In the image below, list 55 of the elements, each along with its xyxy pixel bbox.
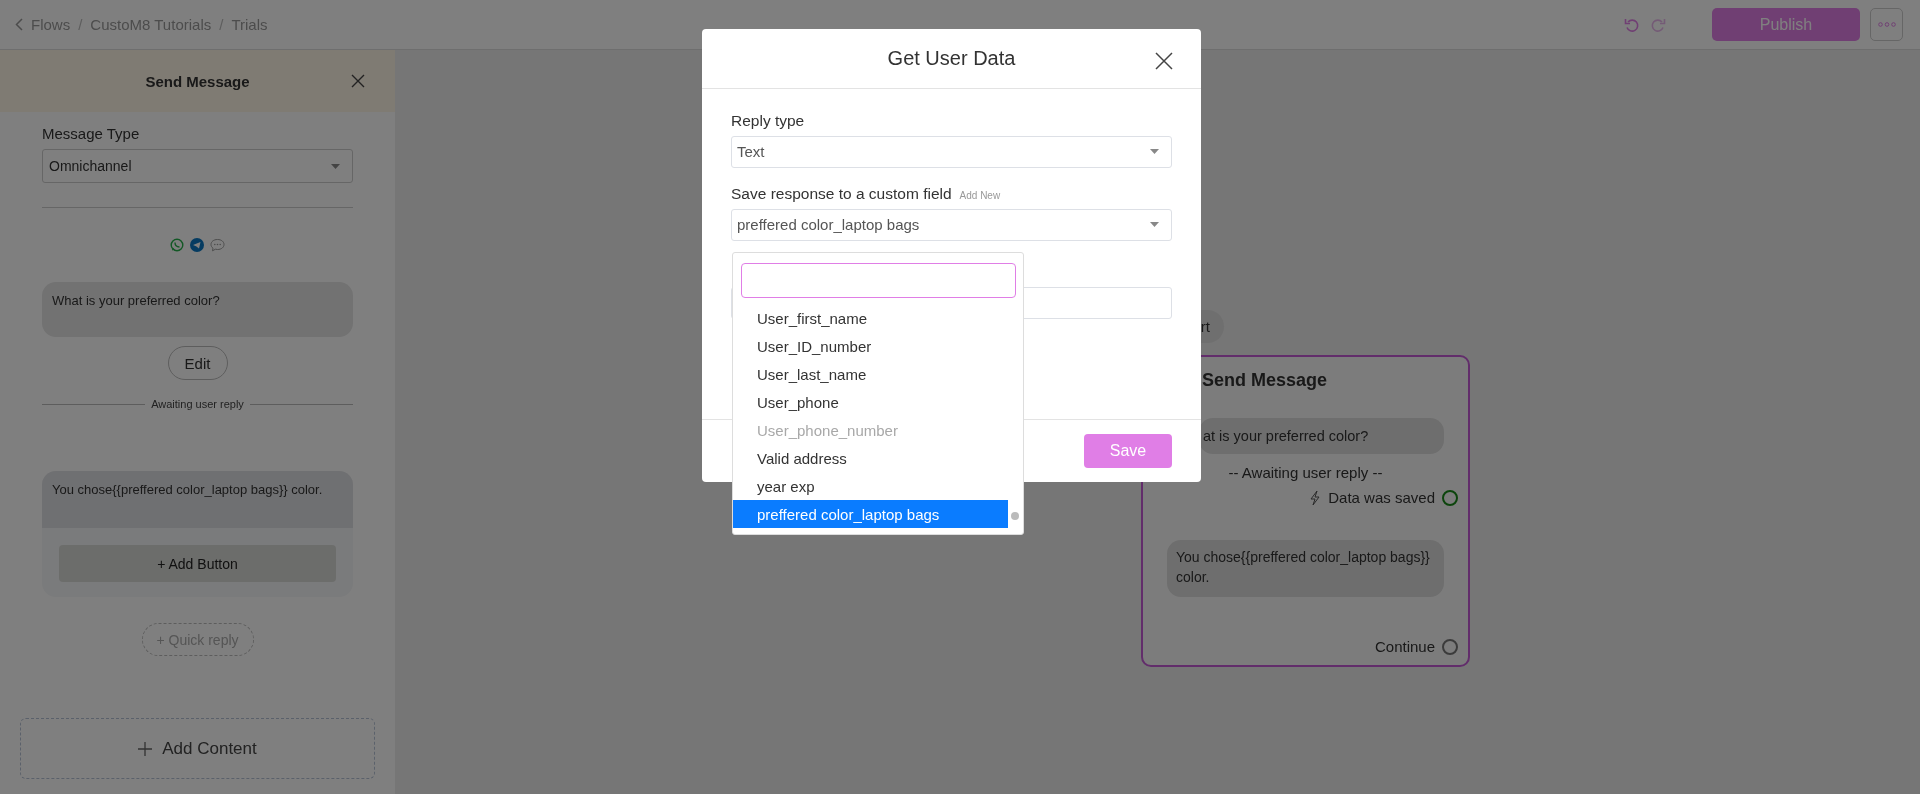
lightning-icon <box>1309 489 1322 506</box>
telegram-icon[interactable] <box>190 238 204 252</box>
add-content-label: Add Content <box>162 738 257 759</box>
reply-type-select[interactable]: Text <box>731 135 1172 168</box>
dropdown-option[interactable]: User_last_name <box>733 360 1008 388</box>
panel-title: Send Message <box>145 72 250 90</box>
field-label: Save response to a custom field <box>731 184 952 203</box>
scrollbar-thumb[interactable] <box>1011 512 1019 520</box>
modal-title: Get User Data <box>887 46 1016 70</box>
caret-icon <box>1150 222 1159 228</box>
close-icon[interactable] <box>351 74 365 88</box>
node-title: Send Message <box>1202 370 1329 391</box>
dropdown-option[interactable]: User_ID_number <box>733 332 1008 360</box>
message-bubble: at is your preferred color? <box>1199 418 1444 454</box>
more-button[interactable] <box>1870 8 1903 41</box>
breadcrumb-separator: / <box>219 16 224 33</box>
back-icon[interactable] <box>15 18 23 31</box>
custom-field-select[interactable]: preffered color_laptop bags <box>731 208 1172 241</box>
select-value: Text <box>737 143 765 161</box>
whatsapp-icon[interactable] <box>170 238 184 252</box>
dropdown-option[interactable]: preffered color_laptop bags <box>733 500 1008 528</box>
dropdown-option[interactable]: User_first_name <box>733 304 1008 332</box>
output-label: Continue <box>1374 638 1435 655</box>
reply-text: You chose{{preffered color_laptop bags}} color. <box>52 482 323 497</box>
caret-icon <box>1150 149 1159 155</box>
undo-icon[interactable] <box>1624 16 1640 33</box>
search-field[interactable] <box>741 263 1016 298</box>
awaiting-label: -- Awaiting user reply -- <box>1228 464 1383 481</box>
redo-icon[interactable] <box>1650 16 1666 33</box>
output-label: Data was saved <box>1328 489 1435 506</box>
dropdown-option: User_phone_number <box>733 416 1008 444</box>
more-icon <box>1877 22 1896 27</box>
add-content-button[interactable]: Add Content <box>20 718 375 779</box>
field-label: Reply type <box>731 111 805 130</box>
close-icon[interactable] <box>1155 52 1173 70</box>
select-value: Omnichannel <box>49 158 132 174</box>
caret-icon <box>331 163 340 169</box>
save-button[interactable]: Save <box>1084 434 1172 468</box>
awaiting-label: Awaiting user reply <box>151 398 244 410</box>
add-new-link[interactable]: Add New <box>959 189 1001 201</box>
dropdown-option[interactable]: Valid address <box>733 444 1008 472</box>
select-value: preffered color_laptop bags <box>737 216 920 234</box>
dropdown-option[interactable]: year exp <box>733 472 1008 500</box>
field-label: Message Type <box>42 125 141 142</box>
plus-icon <box>138 741 153 756</box>
message-text: What is your preferred color? <box>52 293 220 308</box>
add-button[interactable]: + Add Button <box>59 545 336 582</box>
message-bubble: You chose{{preffered color_laptop bags}} color. <box>1167 540 1444 597</box>
message-type-select[interactable]: Omnichannel <box>42 149 353 183</box>
breadcrumb-separator: / <box>78 16 83 33</box>
dropdown-option[interactable]: User_phone <box>733 388 1008 416</box>
output-port[interactable] <box>1442 638 1458 655</box>
chat-icon[interactable] <box>210 238 225 252</box>
edit-button[interactable]: Edit <box>167 346 228 380</box>
output-port[interactable] <box>1442 489 1458 506</box>
